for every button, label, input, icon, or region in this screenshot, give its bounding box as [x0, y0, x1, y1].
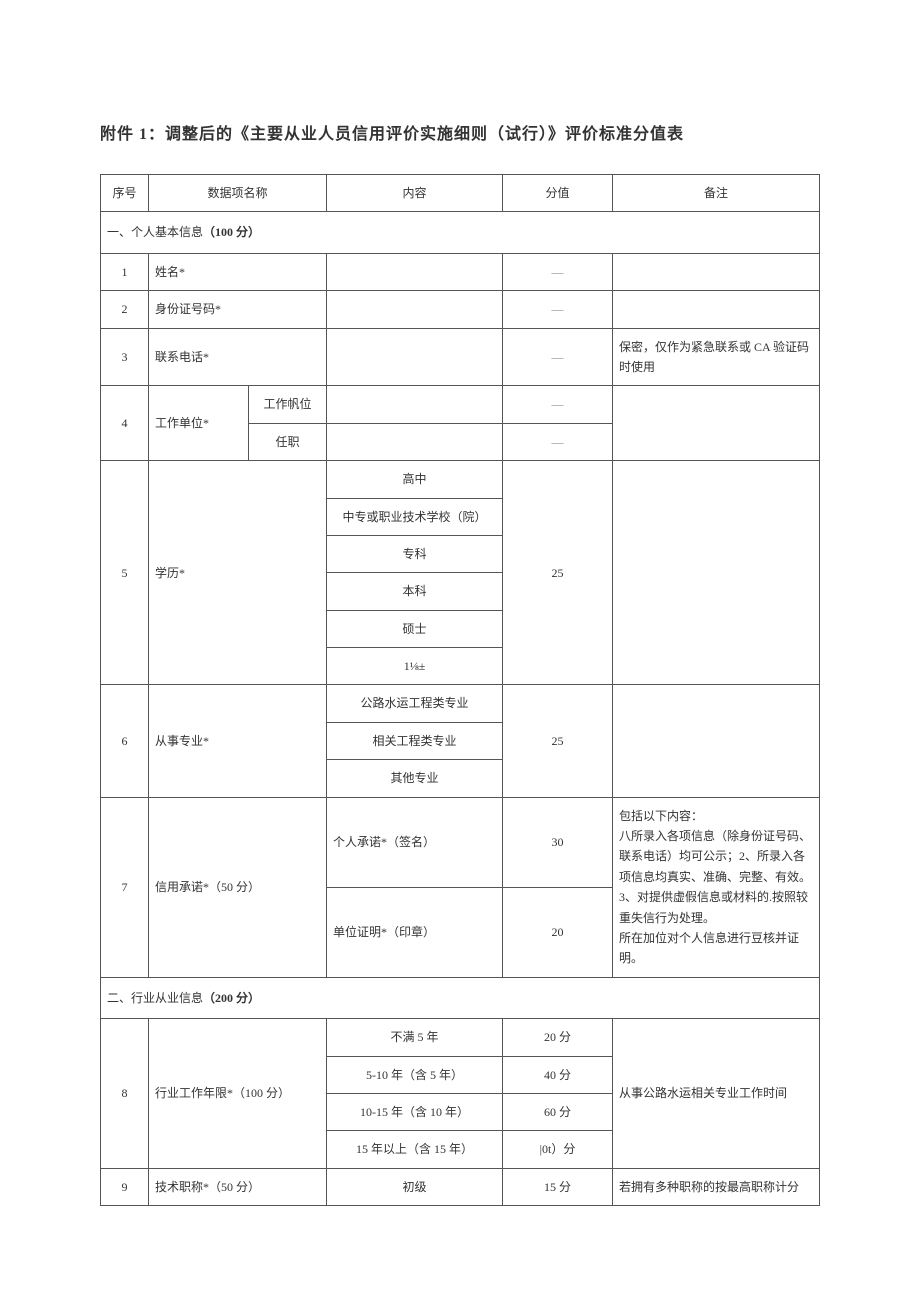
cell-score: 25 [503, 461, 613, 685]
cell-score: 60 分 [503, 1093, 613, 1130]
cell-seq: 7 [101, 797, 149, 977]
cell-remark [613, 461, 820, 685]
cell-name: 姓名* [149, 253, 327, 290]
table-row: 3 联系电话* — 保密，仅作为紧急联系或 CA 验证码时使用 [101, 328, 820, 386]
table-row: 9 技术职称*（50 分） 初级 15 分 若拥有多种职称的按最高职称计分 [101, 1168, 820, 1205]
cell-content: 5-10 年（含 5 年） [327, 1056, 503, 1093]
cell-seq: 4 [101, 386, 149, 461]
table-header-row: 序号 数据项名称 内容 分值 备注 [101, 175, 820, 212]
cell-content: 硕士 [327, 610, 503, 647]
cell-score: 20 分 [503, 1019, 613, 1056]
cell-content: 其他专业 [327, 760, 503, 797]
table-row: 7 信用承诺*（50 分） 个人承诺*（签名） 30 包括以下内容： 八所录入各… [101, 797, 820, 887]
cell-score: 30 [503, 797, 613, 887]
document-title: 附件 1：调整后的《主要从业人员信用评价实施细则（试行）》评价标准分值表 [100, 120, 820, 144]
cell-score: |0t）分 [503, 1131, 613, 1168]
cell-content: 相关工程类专业 [327, 722, 503, 759]
section-1-label: 一、个人基本信息 [107, 225, 203, 239]
cell-name: 身份证号码* [149, 291, 327, 328]
cell-seq: 8 [101, 1019, 149, 1169]
section-2-header: 二、行业从业信息（200 分） [101, 977, 820, 1018]
cell-content: 本科 [327, 573, 503, 610]
cell-content [327, 253, 503, 290]
cell-score: — [503, 253, 613, 290]
cell-name: 学历* [149, 461, 327, 685]
cell-seq: 2 [101, 291, 149, 328]
cell-score: — [503, 328, 613, 386]
cell-name: 工作单位* [149, 386, 249, 461]
cell-content: 不满 5 年 [327, 1019, 503, 1056]
header-seq: 序号 [101, 175, 149, 212]
cell-score: 20 [503, 887, 613, 977]
table-row: 8 行业工作年限*（100 分） 不满 5 年 20 分 从事公路水运相关专业工… [101, 1019, 820, 1056]
cell-content [327, 328, 503, 386]
cell-content: 15 年以上（含 15 年） [327, 1131, 503, 1168]
section-1-points: （100 分） [203, 225, 260, 239]
header-name: 数据项名称 [149, 175, 327, 212]
cell-seq: 1 [101, 253, 149, 290]
cell-content [327, 386, 503, 423]
cell-content: 公路水运工程类专业 [327, 685, 503, 722]
cell-content: 个人承诺*（签名） [327, 797, 503, 887]
cell-score: — [503, 386, 613, 423]
cell-name: 信用承诺*（50 分） [149, 797, 327, 977]
cell-remark [613, 685, 820, 797]
table-row: 1 姓名* — [101, 253, 820, 290]
section-1-header: 一、个人基本信息（100 分） [101, 212, 820, 253]
cell-name: 从事专业* [149, 685, 327, 797]
cell-name: 行业工作年限*（100 分） [149, 1019, 327, 1169]
cell-remark: 从事公路水运相关专业工作时间 [613, 1019, 820, 1169]
cell-content: 中专或职业技术学校（院） [327, 498, 503, 535]
cell-content: 专科 [327, 535, 503, 572]
table-row: 2 身份证号码* — [101, 291, 820, 328]
cell-seq: 6 [101, 685, 149, 797]
cell-content [327, 423, 503, 460]
header-remark: 备注 [613, 175, 820, 212]
cell-score: 40 分 [503, 1056, 613, 1093]
cell-content: 10-15 年（含 10 年） [327, 1093, 503, 1130]
cell-score: — [503, 423, 613, 460]
cell-remark [613, 253, 820, 290]
cell-seq: 5 [101, 461, 149, 685]
cell-score: — [503, 291, 613, 328]
cell-remark: 若拥有多种职称的按最高职称计分 [613, 1168, 820, 1205]
cell-sub: 工作帆位 [249, 386, 327, 423]
cell-content: 初级 [327, 1168, 503, 1205]
cell-name: 联系电话* [149, 328, 327, 386]
header-content: 内容 [327, 175, 503, 212]
cell-seq: 9 [101, 1168, 149, 1205]
table-row: 5 学历* 高中 25 [101, 461, 820, 498]
scoring-table: 序号 数据项名称 内容 分值 备注 一、个人基本信息（100 分） 1 姓名* … [100, 174, 820, 1206]
cell-name: 技术职称*（50 分） [149, 1168, 327, 1205]
cell-sub: 任职 [249, 423, 327, 460]
cell-remark: 保密，仅作为紧急联系或 CA 验证码时使用 [613, 328, 820, 386]
table-row: 4 工作单位* 工作帆位 — [101, 386, 820, 423]
cell-content [327, 291, 503, 328]
cell-remark: 包括以下内容： 八所录入各项信息（除身份证号码、联系电话）均可公示；2、所录入各… [613, 797, 820, 977]
cell-remark [613, 386, 820, 461]
cell-score: 15 分 [503, 1168, 613, 1205]
cell-seq: 3 [101, 328, 149, 386]
table-row: 6 从事专业* 公路水运工程类专业 25 [101, 685, 820, 722]
section-2-label: 二、行业从业信息 [107, 991, 203, 1005]
cell-content: 1⅛± [327, 648, 503, 685]
cell-remark [613, 291, 820, 328]
cell-score: 25 [503, 685, 613, 797]
section-2-points: （200 分） [203, 991, 260, 1005]
cell-content: 高中 [327, 461, 503, 498]
cell-content: 单位证明*（印章） [327, 887, 503, 977]
header-score: 分值 [503, 175, 613, 212]
